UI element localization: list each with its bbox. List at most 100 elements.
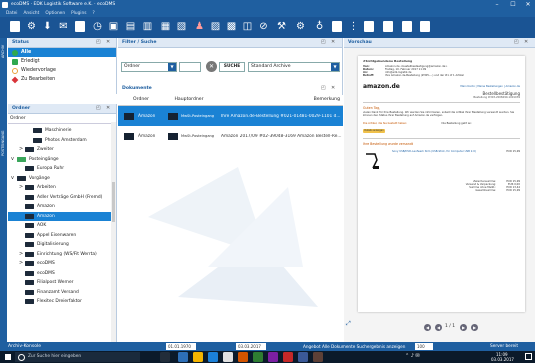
panel-close-icon[interactable]: ✕: [106, 39, 110, 45]
download-icon[interactable]: ⬇: [41, 20, 54, 33]
folder-tree-item[interactable]: AOK: [8, 221, 116, 231]
status-item-all[interactable]: Alle: [8, 48, 116, 57]
ecodms-task-icon[interactable]: [298, 352, 308, 362]
filter-close-icon[interactable]: ✕: [331, 39, 335, 45]
folder-tree-item[interactable]: v Posteingänge: [8, 155, 116, 165]
taskbar-search[interactable]: Zur Suche hier eingeben: [15, 352, 140, 362]
explorer-icon[interactable]: [193, 352, 203, 362]
menu-optionen[interactable]: Optionen: [45, 11, 65, 16]
paste-icon[interactable]: ▩: [225, 20, 238, 33]
column-header-ordner[interactable]: Ordner: [118, 95, 164, 105]
folder-tree-item[interactable]: ecoDMS: [8, 269, 116, 279]
search-button[interactable]: SUCHE: [219, 62, 245, 72]
documents-close-icon[interactable]: ✕: [331, 85, 335, 91]
pages-icon[interactable]: [420, 21, 430, 32]
tools-icon[interactable]: ⚒: [275, 20, 288, 33]
clear-icon[interactable]: ✕: [206, 61, 217, 72]
pdf-icon[interactable]: [283, 352, 293, 362]
filter-float-icon[interactable]: ◰: [321, 39, 326, 45]
history-icon[interactable]: ◷: [91, 20, 104, 33]
print-icon[interactable]: ▦: [159, 20, 172, 33]
folder-tree-item[interactable]: > Einrichtung (WS/Fit Werrta): [8, 250, 116, 260]
folder-scrollbar[interactable]: [111, 122, 116, 342]
folder-tree-item[interactable]: Amazon: [8, 211, 116, 221]
document-icon[interactable]: [332, 21, 342, 32]
app-task-icon[interactable]: [313, 352, 323, 362]
windows-start-icon[interactable]: [5, 354, 11, 360]
user-icon[interactable]: ♟: [193, 20, 206, 33]
word-icon[interactable]: [223, 352, 233, 362]
link-icon[interactable]: ◫: [241, 20, 254, 33]
menu-help[interactable]: ?: [92, 11, 94, 16]
documents-float-icon[interactable]: ◰: [321, 85, 326, 91]
table-row[interactable]: Amazon MwSt-Posteingang Amazon 2017/09 #…: [118, 126, 343, 146]
task-view-icon[interactable]: [160, 352, 170, 362]
folder-tree-item[interactable]: > ecoDMS: [8, 259, 116, 269]
store-icon[interactable]: [208, 352, 218, 362]
folders-float-icon[interactable]: ◰: [96, 105, 101, 111]
notifications-icon[interactable]: [525, 353, 532, 360]
prev-page-icon[interactable]: ◀: [435, 324, 442, 331]
export-icon[interactable]: ▣: [107, 20, 120, 33]
copy-icon[interactable]: ▨: [209, 20, 222, 33]
menu-ansicht[interactable]: Ansicht: [23, 11, 39, 16]
folder-tree-item[interactable]: v Vorgänge: [8, 174, 116, 184]
folder-tree-item[interactable]: Finanzamt Versand: [8, 288, 116, 298]
folder-tree-item[interactable]: Filialpost Werner: [8, 278, 116, 288]
preview-close-icon[interactable]: ✕: [524, 39, 528, 45]
minimize-button[interactable]: –: [490, 0, 504, 9]
status-item-todo[interactable]: Zu Bearbeiten: [8, 75, 116, 84]
ribbon-label-posteingang[interactable]: POSTEINGANG: [1, 130, 5, 156]
new-document-icon[interactable]: [10, 21, 20, 32]
panel-float-icon[interactable]: ◰: [96, 39, 101, 45]
scan-icon[interactable]: ▥: [141, 20, 154, 33]
archive-select[interactable]: Standard Archive ▼: [248, 62, 340, 72]
settings-icon[interactable]: ⚙: [25, 20, 38, 33]
edge-icon[interactable]: [178, 352, 188, 362]
folder-tree-item[interactable]: Digitalisierung: [8, 240, 116, 250]
mail-icon[interactable]: ✉: [57, 20, 70, 33]
close-button[interactable]: ✕: [521, 0, 535, 9]
onenote-icon[interactable]: [268, 352, 278, 362]
details-button[interactable]: Details anzeigen: [363, 129, 385, 134]
folder-tree-item[interactable]: Flexitec Dreierfaktor: [8, 297, 116, 307]
pin-icon[interactable]: ♁: [313, 20, 326, 33]
page-icon[interactable]: [402, 21, 412, 32]
column-header-hauptordner[interactable]: Hauptordner: [164, 95, 214, 105]
gear-icon[interactable]: ⚙: [294, 20, 307, 33]
outlook-icon[interactable]: [238, 352, 248, 362]
folders-close-icon[interactable]: ✕: [106, 105, 110, 111]
first-page-icon[interactable]: ◀: [424, 324, 431, 331]
status-item-done[interactable]: Erledigt: [8, 57, 116, 66]
ribbon-label-archiv[interactable]: ARCHIV: [1, 45, 5, 58]
tray-icons[interactable]: ⌃ ♪ ✉: [405, 353, 420, 359]
next-page-icon[interactable]: ▶: [460, 324, 467, 331]
column-header-bemerkung[interactable]: Bemerkung: [214, 95, 343, 105]
filter-value-input[interactable]: [179, 62, 201, 72]
folder-tree-item[interactable]: Adler Verträge GmbH (Fremd): [8, 193, 116, 203]
folder-tree-item[interactable]: Maschinerie: [8, 126, 116, 136]
maximize-button[interactable]: ☐: [506, 0, 520, 9]
filter-field-select[interactable]: Ordner ▼: [121, 62, 177, 72]
folder-tree-item[interactable]: Amazon: [8, 202, 116, 212]
folder-tree-item[interactable]: > Zweiter: [8, 145, 116, 155]
menu-plugins[interactable]: Plugins: [71, 11, 86, 16]
layout-icon[interactable]: [383, 21, 393, 32]
status-item-resubmit[interactable]: Wiedervorlage: [8, 66, 116, 75]
block-icon[interactable]: ⊘: [257, 20, 270, 33]
fit-icon[interactable]: ⤢: [346, 320, 351, 328]
result-count-select[interactable]: 100: [415, 343, 433, 350]
last-page-icon[interactable]: ▶: [471, 324, 478, 331]
table-row[interactable]: Amazon MwSt-Posteingang Ihre Amazon.de-B…: [118, 106, 343, 126]
folder-search-input[interactable]: Ordner: [8, 114, 116, 124]
folder-tree-item[interactable]: > Arbeiten: [8, 183, 116, 193]
split-icon[interactable]: ⋮: [347, 20, 360, 33]
date-from-input[interactable]: 01.01.1970: [166, 343, 196, 350]
folder-tree-item[interactable]: Photos Amsterdam: [8, 136, 116, 146]
folder-tree-item[interactable]: Europa Ruhr: [8, 164, 116, 174]
excel-icon[interactable]: [253, 352, 263, 362]
preview-float-icon[interactable]: ◰: [514, 39, 519, 45]
date-to-input[interactable]: 03.03.2017: [236, 343, 266, 350]
archive-icon[interactable]: ▤: [124, 20, 137, 33]
folder-tree-item[interactable]: Appel Eisenwaren: [8, 231, 116, 241]
